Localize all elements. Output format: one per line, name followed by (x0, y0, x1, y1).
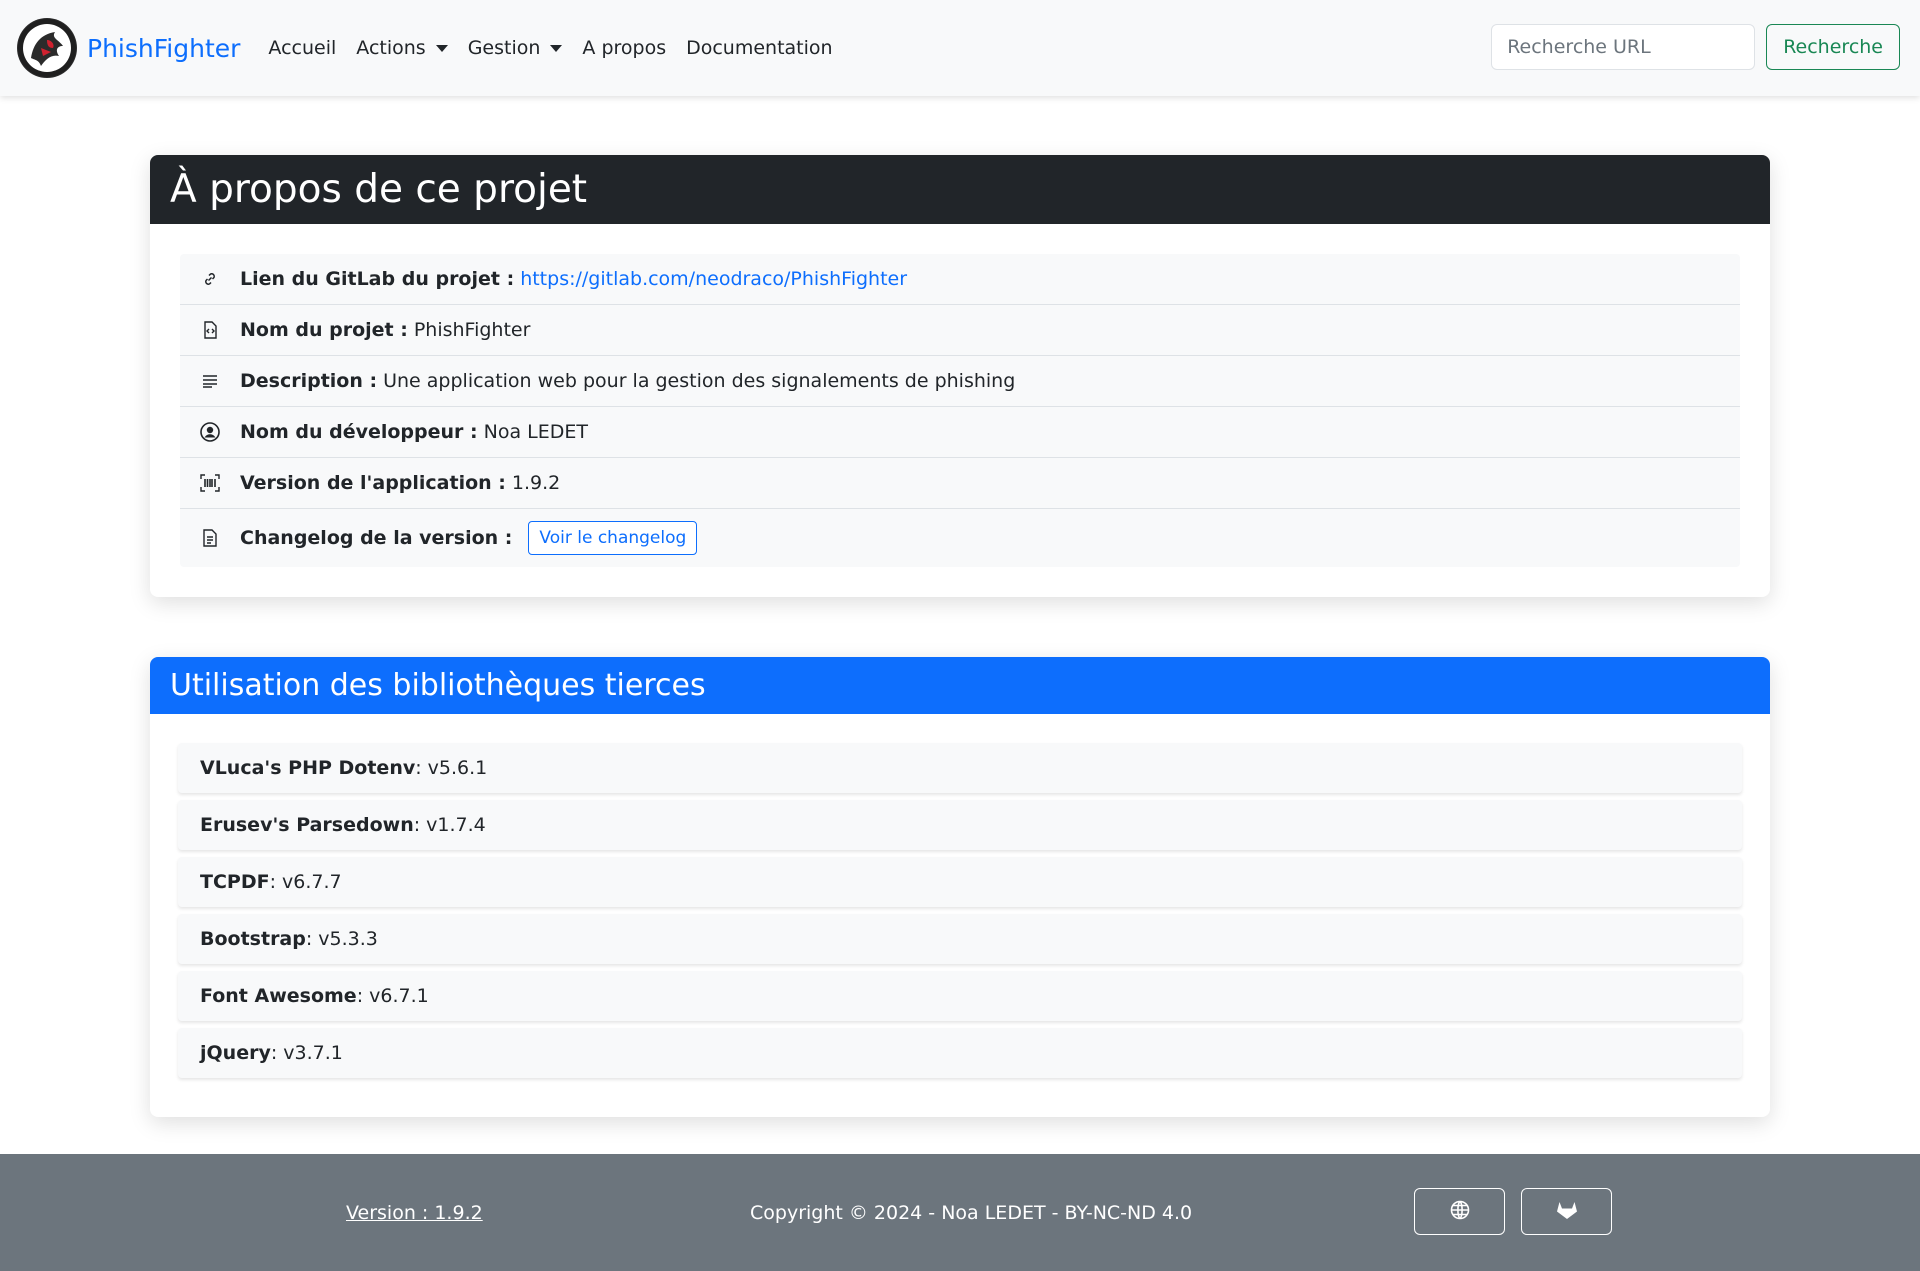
info-label: Nom du projet : (240, 319, 408, 341)
nav-documentation[interactable]: Documentation (686, 37, 832, 59)
library-version: : v3.7.1 (270, 1042, 343, 1064)
info-row-description: Description : Une application web pour l… (180, 356, 1740, 407)
search-url-input[interactable] (1491, 24, 1756, 70)
list-item: Bootstrap : v5.3.3 (178, 914, 1742, 964)
globe-icon (1450, 1200, 1470, 1224)
info-row-changelog: Changelog de la version : Voir le change… (180, 509, 1740, 567)
footer-copyright: Copyright © 2024 - Noa LEDET - BY-NC-ND … (750, 1202, 1193, 1224)
info-label: Changelog de la version : (240, 527, 513, 549)
about-card: À propos de ce projet Lien du GitLab du … (150, 155, 1770, 597)
list-item: jQuery : v3.7.1 (178, 1028, 1742, 1078)
info-label: Version de l'application : (240, 472, 506, 494)
caret-down-icon (550, 44, 563, 52)
nav-a-propos[interactable]: A propos (582, 37, 666, 59)
library-version: : v6.7.7 (269, 871, 342, 893)
libraries-card: Utilisation des bibliothèques tierces VL… (150, 657, 1770, 1117)
website-button[interactable] (1414, 1188, 1505, 1235)
caret-down-icon (435, 44, 448, 52)
info-row-version: Version de l'application : 1.9.2 (180, 458, 1740, 509)
footer-version-link[interactable]: Version : 1.9.2 (346, 1202, 483, 1224)
list-item: Erusev's Parsedown : v1.7.4 (178, 800, 1742, 850)
navbar: PhishFighter Accueil Actions Gestion A p… (0, 0, 1920, 96)
info-value: Noa LEDET (483, 421, 588, 443)
nav-gestion-dropdown[interactable]: Gestion (468, 37, 563, 59)
info-row-gitlab: Lien du GitLab du projet : https://gitla… (180, 254, 1740, 305)
library-name: Bootstrap (200, 928, 306, 950)
list-item: TCPDF : v6.7.7 (178, 857, 1742, 907)
info-label: Lien du GitLab du projet : (240, 268, 515, 290)
search-button[interactable]: Recherche (1766, 24, 1900, 70)
libraries-card-title: Utilisation des bibliothèques tierces (150, 657, 1770, 714)
library-name: Font Awesome (200, 985, 357, 1007)
library-version: : v5.3.3 (305, 928, 378, 950)
file-code-icon (200, 320, 220, 340)
library-version: : v5.6.1 (415, 757, 488, 779)
brand-name: PhishFighter (87, 33, 241, 63)
library-name: VLuca's PHP Dotenv (200, 757, 416, 779)
dragon-logo-icon (17, 18, 77, 78)
nav-accueil[interactable]: Accueil (268, 37, 336, 59)
link-icon (200, 269, 220, 289)
search-form: Recherche (1491, 24, 1900, 70)
about-card-title: À propos de ce projet (150, 155, 1770, 224)
nav-actions-label: Actions (356, 37, 426, 59)
info-value: Une application web pour la gestion des … (383, 370, 1016, 392)
barcode-icon (200, 473, 220, 493)
info-label: Nom du développeur : (240, 421, 478, 443)
gitlab-button[interactable] (1521, 1188, 1612, 1235)
info-value: 1.9.2 (511, 472, 561, 494)
list-item: VLuca's PHP Dotenv : v5.6.1 (178, 743, 1742, 793)
brand-link[interactable]: PhishFighter (17, 18, 240, 78)
list-item: Font Awesome : v6.7.1 (178, 971, 1742, 1021)
text-lines-icon (200, 371, 220, 391)
info-label: Description : (240, 370, 378, 392)
view-changelog-button[interactable]: Voir le changelog (528, 521, 698, 555)
info-row-developer: Nom du développeur : Noa LEDET (180, 407, 1740, 458)
library-name: Erusev's Parsedown (200, 814, 414, 836)
footer: Version : 1.9.2 Copyright © 2024 - Noa L… (0, 1154, 1920, 1271)
library-name: TCPDF (200, 871, 270, 893)
user-circle-icon (200, 422, 220, 442)
nav-links: Accueil Actions Gestion A propos Documen… (268, 37, 852, 59)
info-row-project-name: Nom du projet : PhishFighter (180, 305, 1740, 356)
nav-gestion-label: Gestion (467, 37, 541, 59)
project-info-list: Lien du GitLab du projet : https://gitla… (180, 254, 1740, 567)
gitlab-icon (1556, 1200, 1578, 1224)
nav-actions-dropdown[interactable]: Actions (356, 37, 448, 59)
library-version: : v6.7.1 (356, 985, 429, 1007)
library-name: jQuery (200, 1042, 271, 1064)
file-text-icon (200, 528, 220, 548)
libraries-list: VLuca's PHP Dotenv : v5.6.1 Erusev's Par… (178, 743, 1742, 1085)
info-value: PhishFighter (413, 319, 531, 341)
gitlab-project-link[interactable]: https://gitlab.com/neodraco/PhishFighter (520, 268, 907, 290)
library-version: : v1.7.4 (413, 814, 486, 836)
